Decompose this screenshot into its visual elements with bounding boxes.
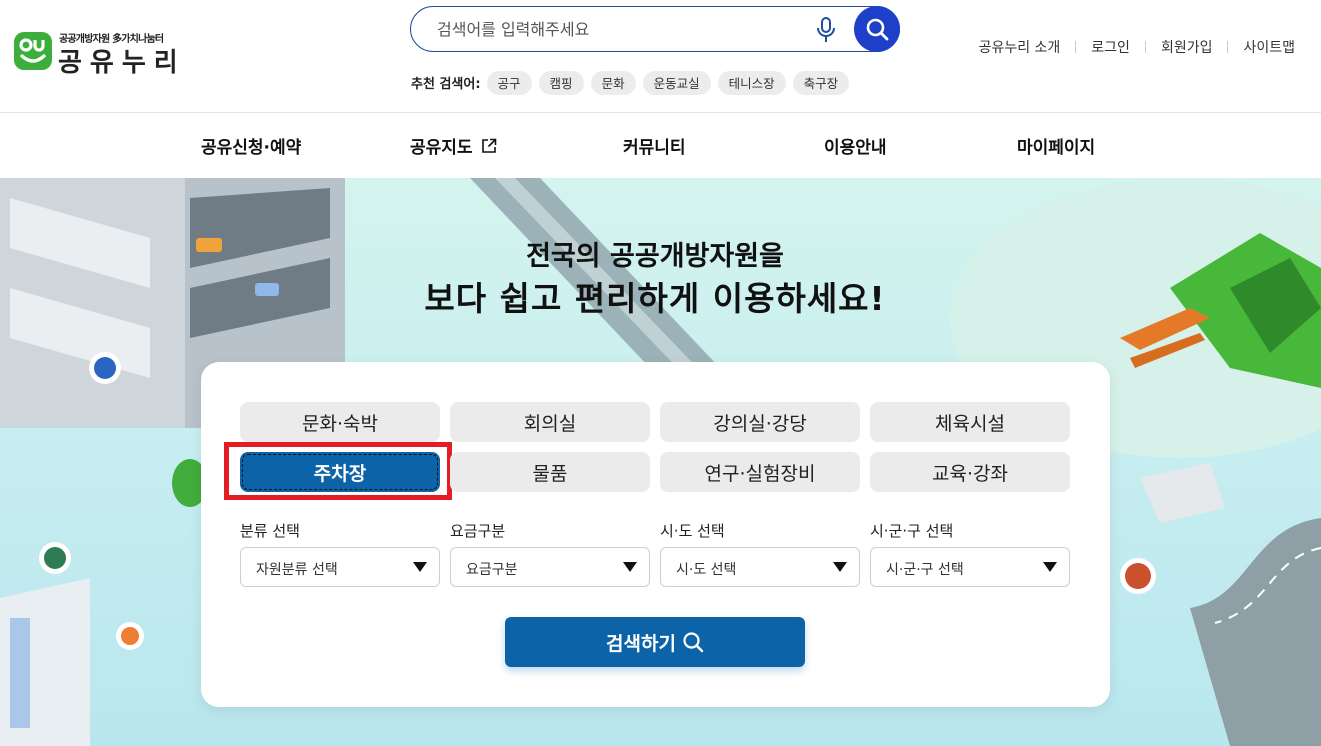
nav-item-apply[interactable]: 공유신청·예약 bbox=[201, 133, 301, 158]
divider bbox=[1227, 41, 1229, 53]
category-label: 체육시설 bbox=[935, 412, 1005, 435]
keyword-chip[interactable]: 테니스장 bbox=[717, 70, 786, 95]
category-label: 회의실 bbox=[523, 412, 577, 435]
caret-down-icon bbox=[1043, 562, 1057, 572]
keyword-chip[interactable]: 공구 bbox=[486, 70, 532, 95]
category-education[interactable]: 교육·강좌 bbox=[870, 452, 1070, 492]
divider bbox=[1075, 41, 1077, 53]
submit-label: 검색하기 bbox=[606, 632, 676, 655]
nav-item-map[interactable]: 공유지도 bbox=[410, 133, 497, 158]
category-lecture-hall[interactable]: 강의실·강당 bbox=[660, 402, 860, 442]
logo-mark-icon bbox=[14, 32, 52, 70]
keyword-chip[interactable]: 캠핑 bbox=[538, 70, 584, 95]
nav-item-label: 이용안내 bbox=[824, 138, 887, 158]
category-goods[interactable]: 물품 bbox=[450, 452, 650, 492]
category-label: 주차장 bbox=[313, 462, 367, 485]
main-nav: 공유신청·예약 공유지도 커뮤니티 이용안내 마이페이지 bbox=[0, 112, 1321, 178]
logo-title: 공유누리 bbox=[58, 48, 186, 78]
district-select[interactable]: 시·군·구 선택 bbox=[870, 547, 1070, 587]
hero-title-line1: 전국의 공공개방자원을 bbox=[526, 241, 784, 272]
caret-down-icon bbox=[623, 562, 637, 572]
select-value: 자원분류 선택 bbox=[256, 562, 338, 578]
category-meeting-room[interactable]: 회의실 bbox=[450, 402, 650, 442]
divider bbox=[1144, 41, 1146, 53]
keyword-chip[interactable]: 운동교실 bbox=[642, 70, 711, 95]
category-label: 문화·숙박 bbox=[302, 412, 378, 435]
site-logo[interactable]: 공공개방자원 多가치나눔터 공유누리 bbox=[14, 30, 184, 78]
util-link-about[interactable]: 공유누리 소개 bbox=[979, 37, 1061, 57]
select-value: 시·군·구 선택 bbox=[886, 562, 964, 578]
header: 공공개방자원 多가치나눔터 공유누리 추천 검색어: 공구 캠핑 문화 운동교실… bbox=[0, 0, 1321, 112]
caret-down-icon bbox=[413, 562, 427, 572]
category-label: 연구·실험장비 bbox=[704, 462, 816, 485]
nav-item-label: 공유신청·예약 bbox=[201, 138, 302, 158]
keyword-chip[interactable]: 축구장 bbox=[792, 70, 850, 95]
category-label: 물품 bbox=[532, 462, 568, 485]
category-sports-facility[interactable]: 체육시설 bbox=[870, 402, 1070, 442]
search-submit-button[interactable]: 검색하기 bbox=[505, 617, 805, 667]
search-panel: 문화·숙박 회의실 강의실·강당 체육시설 주차장 물품 연구·실험장비 교육·… bbox=[201, 362, 1110, 707]
util-link-login[interactable]: 로그인 bbox=[1091, 37, 1130, 57]
filter-label-fee: 요금구분 bbox=[450, 522, 506, 540]
fee-select[interactable]: 요금구분 bbox=[450, 547, 650, 587]
keyword-chip[interactable]: 문화 bbox=[590, 70, 636, 95]
category-label: 강의실·강당 bbox=[713, 412, 807, 435]
category-label: 교육·강좌 bbox=[932, 462, 1008, 485]
nav-item-label: 커뮤니티 bbox=[623, 138, 686, 158]
external-link-icon bbox=[481, 138, 496, 153]
filter-label-category: 분류 선택 bbox=[240, 522, 300, 540]
nav-item-mypage[interactable]: 마이페이지 bbox=[1017, 133, 1095, 158]
search-input[interactable] bbox=[437, 16, 797, 42]
hero-title-line2: 보다 쉽고 편리하게 이용하세요! bbox=[424, 279, 886, 318]
nav-item-guide[interactable]: 이용안내 bbox=[824, 133, 887, 158]
caret-down-icon bbox=[833, 562, 847, 572]
recommended-label: 추천 검색어: bbox=[411, 77, 481, 92]
nav-item-community[interactable]: 커뮤니티 bbox=[623, 133, 686, 158]
nav-item-label: 공유지도 bbox=[410, 138, 473, 158]
search-icon bbox=[683, 632, 704, 653]
search-button[interactable] bbox=[854, 6, 900, 52]
utility-nav: 공유누리 소개 로그인 회원가입 사이트맵 bbox=[979, 37, 1295, 57]
filter-label-province: 시·도 선택 bbox=[660, 522, 725, 540]
filter-label-district: 시·군·구 선택 bbox=[870, 522, 954, 540]
search-bar bbox=[410, 6, 900, 52]
util-link-sitemap[interactable]: 사이트맵 bbox=[1243, 37, 1295, 57]
province-select[interactable]: 시·도 선택 bbox=[660, 547, 860, 587]
recommended-keywords: 추천 검색어: 공구 캠핑 문화 운동교실 테니스장 축구장 bbox=[411, 70, 856, 95]
util-link-signup[interactable]: 회원가입 bbox=[1161, 37, 1213, 57]
select-value: 시·도 선택 bbox=[676, 562, 737, 578]
select-value: 요금구분 bbox=[466, 562, 518, 578]
category-culture-lodging[interactable]: 문화·숙박 bbox=[240, 402, 440, 442]
category-parking[interactable]: 주차장 bbox=[240, 452, 440, 492]
hero-section: 전국의 공공개방자원을 보다 쉽고 편리하게 이용하세요! 문화·숙박 회의실 … bbox=[0, 178, 1321, 746]
search-icon bbox=[866, 18, 889, 41]
category-research-equipment[interactable]: 연구·실험장비 bbox=[660, 452, 860, 492]
nav-item-label: 마이페이지 bbox=[1017, 138, 1096, 158]
microphone-icon[interactable] bbox=[814, 16, 838, 44]
category-select[interactable]: 자원분류 선택 bbox=[240, 547, 440, 587]
